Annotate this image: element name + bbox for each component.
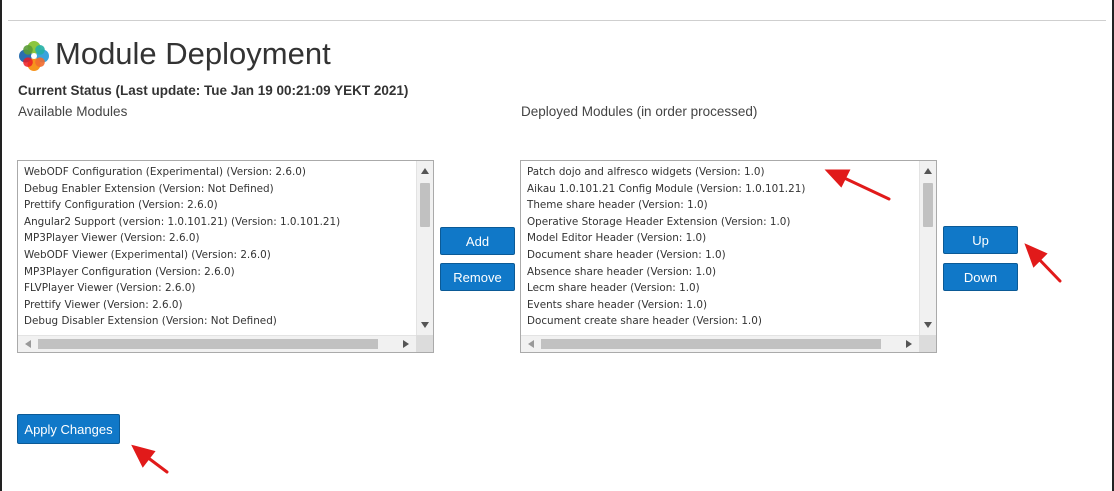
vertical-scrollbar[interactable]	[919, 161, 936, 335]
list-item[interactable]: Aikau 1.0.101.21 Config Module (Version:…	[527, 181, 911, 198]
list-item[interactable]: Prettify Configuration (Version: 2.6.0)	[24, 197, 408, 214]
list-item[interactable]: Lecm share header (Version: 1.0)	[527, 280, 911, 297]
page-title: Module Deployment	[55, 36, 331, 71]
scroll-up-icon[interactable]	[421, 168, 429, 174]
scroll-left-icon[interactable]	[528, 340, 534, 348]
list-item[interactable]: Patch dojo and alfresco widgets (Version…	[527, 164, 911, 181]
available-modules-label: Available Modules	[18, 104, 128, 119]
scroll-down-icon[interactable]	[924, 322, 932, 328]
scroll-thumb[interactable]	[923, 183, 933, 227]
list-item[interactable]: MP3Player Configuration (Version: 2.6.0)	[24, 264, 408, 281]
list-item[interactable]: Debug Disabler Extension (Version: Not D…	[24, 313, 408, 330]
scroll-corner	[919, 335, 936, 352]
scroll-thumb[interactable]	[420, 183, 430, 227]
list-item[interactable]: FLVPlayer Viewer (Version: 2.6.0)	[24, 280, 408, 297]
list-item[interactable]: Operative Storage Header Extension (Vers…	[527, 214, 911, 231]
scroll-up-icon[interactable]	[924, 168, 932, 174]
list-item[interactable]: Model Editor Header (Version: 1.0)	[527, 230, 911, 247]
scroll-left-icon[interactable]	[25, 340, 31, 348]
scroll-right-icon[interactable]	[403, 340, 409, 348]
deployed-modules-label: Deployed Modules (in order processed)	[521, 104, 758, 119]
scroll-thumb[interactable]	[38, 339, 378, 349]
apply-changes-button[interactable]: Apply Changes	[17, 414, 120, 444]
vertical-scrollbar[interactable]	[416, 161, 433, 335]
list-item[interactable]: Document create share header (Version: 1…	[527, 313, 911, 330]
scroll-corner	[416, 335, 433, 352]
horizontal-scrollbar[interactable]	[521, 335, 919, 352]
available-modules-list[interactable]: WebODF Configuration (Experimental) (Ver…	[17, 160, 434, 353]
current-status: Current Status (Last update: Tue Jan 19 …	[18, 83, 409, 98]
list-item[interactable]: Events share header (Version: 1.0)	[527, 297, 911, 314]
list-item[interactable]: WebODF Configuration (Experimental) (Ver…	[24, 164, 408, 181]
top-divider	[8, 20, 1106, 21]
list-item[interactable]: Document share header (Version: 1.0)	[527, 247, 911, 264]
move-up-button[interactable]: Up	[943, 226, 1018, 254]
scroll-down-icon[interactable]	[421, 322, 429, 328]
list-item[interactable]: MP3Player Viewer (Version: 2.6.0)	[24, 230, 408, 247]
move-down-button[interactable]: Down	[943, 263, 1018, 291]
remove-button[interactable]: Remove	[440, 263, 515, 291]
scroll-thumb[interactable]	[541, 339, 881, 349]
deployed-modules-list[interactable]: Patch dojo and alfresco widgets (Version…	[520, 160, 937, 353]
list-item[interactable]: Theme share header (Version: 1.0)	[527, 197, 911, 214]
horizontal-scrollbar[interactable]	[18, 335, 416, 352]
list-item[interactable]: WebODF Viewer (Experimental) (Version: 2…	[24, 247, 408, 264]
list-item[interactable]: Absence share header (Version: 1.0)	[527, 264, 911, 281]
list-item[interactable]: Prettify Viewer (Version: 2.6.0)	[24, 297, 408, 314]
scroll-right-icon[interactable]	[906, 340, 912, 348]
alfresco-logo-icon	[19, 41, 49, 71]
list-item[interactable]: Angular2 Support (version: 1.0.101.21) (…	[24, 214, 408, 231]
add-button[interactable]: Add	[440, 227, 515, 255]
list-item[interactable]: Debug Enabler Extension (Version: Not De…	[24, 181, 408, 198]
